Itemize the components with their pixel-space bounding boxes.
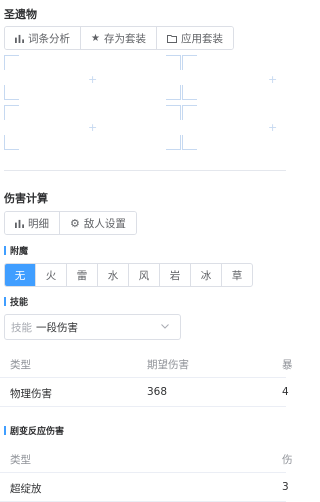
detail-button[interactable]: 明细 [5,212,60,234]
artifact-slot[interactable] [182,105,202,150]
table-header-row: 类型 期望伤害 暴 [0,349,293,378]
element-option-none[interactable]: 无 [5,264,36,286]
detail-label: 明细 [28,217,49,230]
table-row: 超绽放 3 [0,473,289,502]
element-option-hydro[interactable]: 水 [98,264,129,286]
artifact-section-title: 圣遗物 [4,8,37,21]
artifact-slot[interactable] [4,55,84,100]
damage-toolbar: 明细 ⚙ 敌人设置 [4,211,137,235]
damage-table: 类型 期望伤害 暴 物理伤害 368 4 [0,349,293,407]
table-header: 期望伤害 [147,359,189,371]
element-option-anemo[interactable]: 风 [129,264,160,286]
infusion-label: 附魔 [10,247,29,257]
element-option-electro[interactable]: 雷 [67,264,98,286]
apply-set-label: 应用套装 [180,32,223,45]
table-header: 类型 [10,454,31,466]
table-header-row: 类型 伤 [0,444,293,473]
damage-section-title: 伤害计算 [4,192,48,205]
apply-set-button[interactable]: 应用套装 [156,27,233,49]
skill-label: 技能 [10,298,29,308]
artifact-slot-grid: + + + + [0,55,286,155]
bar-chart-icon [15,34,24,43]
table-cell: 4 [282,386,289,398]
folder-icon [166,34,177,43]
gear-icon: ⚙ [70,216,80,230]
skill-heading: 技能 [4,295,28,308]
section-divider [4,170,286,171]
artifact-slot[interactable] [182,55,202,100]
analyze-label: 词条分析 [28,32,70,45]
analyze-button[interactable]: 词条分析 [5,27,81,49]
reaction-label: 剧变反应伤害 [10,427,65,437]
add-slot-icon: + [268,121,278,134]
reaction-heading: 剧变反应伤害 [4,424,64,437]
bar-chart-icon [15,219,24,228]
element-selector: 无 火 雷 水 风 岩 冰 草 [4,263,253,287]
table-cell: 368 [147,386,168,398]
element-option-dendro[interactable]: 草 [222,264,252,286]
table-cell: 3 [282,481,289,493]
table-row: 物理伤害 368 4 [0,378,289,407]
chevron-down-icon [161,324,169,329]
element-option-cryo[interactable]: 冰 [191,264,222,286]
infusion-heading: 附魔 [4,244,28,257]
add-slot-icon: + [88,121,98,134]
table-header: 暴 [282,359,293,371]
add-slot-icon: + [268,73,278,86]
table-cell: 超绽放 [10,483,42,495]
enemy-settings-label: 敌人设置 [83,217,126,230]
skill-select[interactable]: 技能 一段伤害 [4,314,181,340]
table-header: 类型 [10,359,31,371]
artifact-slot[interactable] [4,105,84,150]
reaction-table: 类型 伤 超绽放 3 [0,444,293,502]
table-header: 伤 [282,454,293,466]
save-set-button[interactable]: ★ 存为套装 [81,27,157,49]
artifact-toolbar: 词条分析 ★ 存为套装 应用套装 [4,26,234,50]
star-icon: ★ [91,32,100,44]
element-option-geo[interactable]: 岩 [160,264,191,286]
table-cell: 物理伤害 [10,388,52,400]
save-set-label: 存为套装 [103,32,146,45]
skill-select-prefix: 技能 [11,321,32,334]
add-slot-icon: + [88,73,98,86]
enemy-settings-button[interactable]: ⚙ 敌人设置 [60,212,136,234]
element-option-pyro[interactable]: 火 [36,264,67,286]
skill-select-value: 一段伤害 [36,321,78,334]
